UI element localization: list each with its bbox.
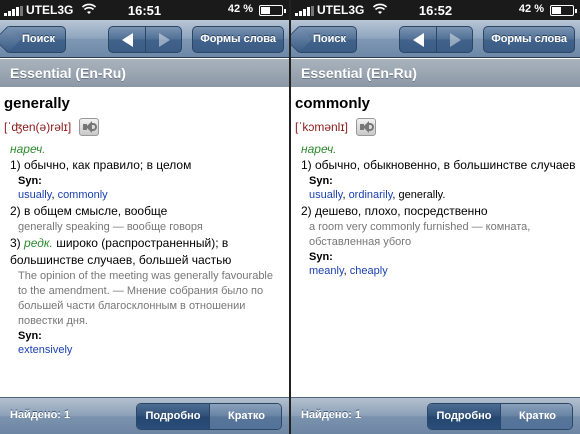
sense-1: 1) обычно, обыкновенно, в большинстве сл… [301,158,576,172]
status-bar: UTEL3G 16:52 42 % [291,0,580,20]
nav-bar: Поиск Формы слова [0,20,289,58]
syn-label: Syn: [309,251,333,263]
sense-text: 3) редк. широко (распространенный); в бо… [10,236,232,267]
bottom-toolbar: Найдено: 1 Подробно Кратко [0,397,289,434]
example: The opinion of the meeting was generally… [18,270,273,327]
synonym-link[interactable]: commonly [58,189,108,201]
back-search-button[interactable]: Поиск [5,26,67,53]
view-mode-segmented: Подробно Кратко [136,403,282,430]
sense-2: 2) в общем смысле, вообще [10,204,168,218]
arrow-right-icon [450,32,461,47]
word-forms-button[interactable]: Формы слова [192,26,284,53]
entry-content: generally [ˈʤen(ə)rəlɪ] нареч. 1) обычно… [0,87,289,397]
synonym-list: usually, commonly [18,189,108,201]
prev-next-segmented [108,26,182,53]
brief-view-button[interactable]: Кратко [210,404,281,429]
register-label: редк. [24,236,53,250]
battery-icon [550,5,577,16]
sense-2: 2) дешево, плохо, посредственно [301,204,488,218]
example: generally speaking — вообще говоря [18,221,203,233]
synonym-link[interactable]: ordinarily [349,189,393,201]
prev-next-segmented [399,26,473,53]
synonym-list: extensively [18,343,285,358]
sense-1: 1) обычно, как правило; в целом [10,158,192,172]
synonym-link[interactable]: usually [309,189,342,201]
speaker-icon[interactable] [355,118,376,136]
example: a room very commonly furnished — комната… [309,221,531,248]
detailed-view-button[interactable]: Подробно [428,404,501,429]
syn-label: Syn: [309,175,333,187]
prev-button[interactable] [400,27,437,52]
synonym-link[interactable]: meanly [309,265,344,277]
view-mode-segmented: Подробно Кратко [427,403,573,430]
synonym-link[interactable]: usually [18,189,51,201]
found-count: Найдено: 1 [10,409,71,421]
next-button[interactable] [146,27,181,52]
pronunciation: [ˈʤen(ə)rəlɪ] [4,120,72,134]
nav-bar: Поиск Формы слова [291,20,580,58]
dictionary-title: Essential (En-Ru) [0,59,289,87]
word-forms-button[interactable]: Формы слова [483,26,575,53]
next-button[interactable] [437,27,472,52]
screen-right: UTEL3G 16:52 42 % Поиск Формы слова Esse… [291,0,580,434]
brief-view-button[interactable]: Кратко [501,404,572,429]
status-bar: UTEL3G 16:51 42 % [0,0,289,20]
bottom-toolbar: Найдено: 1 Подробно Кратко [291,397,580,434]
found-count: Найдено: 1 [301,409,362,421]
synonym-link[interactable]: extensively [18,344,72,356]
sense-3: 3) редк. широко (распространенный); в бо… [10,235,285,269]
screen-left: UTEL3G 16:51 42 % Поиск Формы слова Esse… [0,0,289,434]
speaker-icon[interactable] [79,118,100,136]
detailed-view-button[interactable]: Подробно [137,404,210,429]
headword: commonly [295,95,371,112]
entry-content: commonly [ˈkɔmənlɪ] нареч. 1) обычно, об… [291,87,580,397]
battery-icon [259,5,286,16]
part-of-speech: нареч. [301,142,337,156]
prev-button[interactable] [109,27,146,52]
part-of-speech: нареч. [10,142,46,156]
synonym-text: generally. [398,189,446,201]
syn-label: Syn: [18,175,42,187]
dictionary-title: Essential (En-Ru) [291,59,580,87]
app-window: UTEL3G 16:51 42 % Поиск Формы слова Esse… [0,0,580,434]
pronunciation: [ˈkɔmənlɪ] [295,120,348,134]
arrow-right-icon [159,32,170,47]
arrow-left-icon [412,32,424,47]
synonym-list: meanly, cheaply [309,265,388,277]
battery-percent: 42 % [518,3,544,15]
headword: generally [4,95,70,112]
syn-label: Syn: [18,330,42,342]
back-search-button[interactable]: Поиск [296,26,358,53]
battery-percent: 42 % [227,3,253,15]
synonym-list: usually, ordinarily, generally. [309,189,446,201]
synonym-link[interactable]: cheaply [350,265,388,277]
arrow-left-icon [121,32,133,47]
